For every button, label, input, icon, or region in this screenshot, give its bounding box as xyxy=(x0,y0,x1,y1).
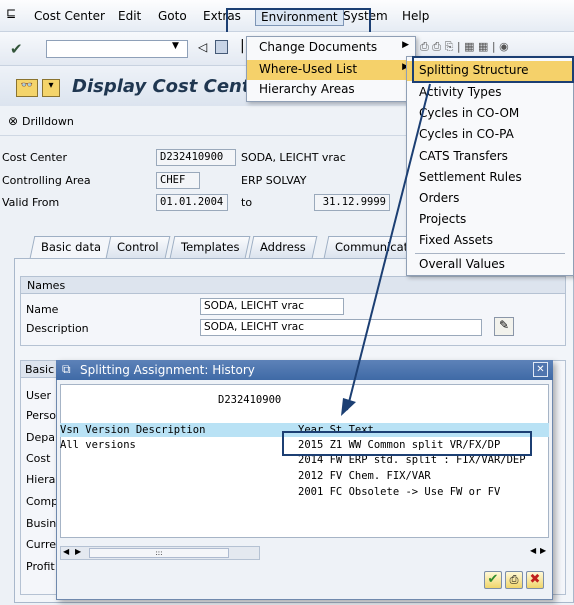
annotation-arrow xyxy=(341,83,431,416)
